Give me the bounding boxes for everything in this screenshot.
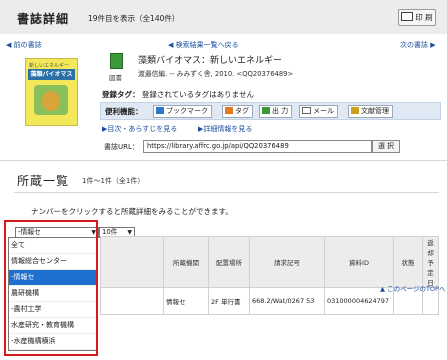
result-count: 19件目を表示（全140件） <box>88 14 180 23</box>
bookmark-button[interactable]: ブックマーク <box>153 105 212 118</box>
cover-title: 藻類バイオマス <box>28 69 75 80</box>
call-number-link[interactable]: 668.2/Wat/0267 53 <box>249 287 325 315</box>
chevron-left-icon: ◀ <box>168 41 174 49</box>
mail-button[interactable]: メール <box>299 105 338 118</box>
column-header: 所蔵機関 <box>163 236 209 288</box>
detail-link[interactable]: ▶詳細情報を見る <box>198 124 252 134</box>
page-header: 書誌詳細 19件目を表示（全140件） 印 刷 <box>0 0 447 34</box>
prev-record-link[interactable]: ◀ 前の書誌 <box>6 40 42 50</box>
chevron-right-icon: ▶ <box>430 41 436 49</box>
url-label: 書誌URL： <box>104 143 139 151</box>
toc-link[interactable]: ▶目次・あらすじを見る <box>102 124 177 134</box>
table-header-row: 所蔵機関 配置場所 請求記号 資料ID 状態 返却予定日 <box>100 236 439 288</box>
book-icon <box>110 53 123 69</box>
cover-subtitle: 新しいエネルギー <box>29 63 70 69</box>
next-record-link[interactable]: 次の書誌 ▶ <box>400 40 436 50</box>
holdings-range: 1件～1件（全1件） <box>82 177 145 185</box>
divider <box>0 160 447 161</box>
material-type-label: 図書 <box>109 74 122 82</box>
tags-label: 登録タグ： <box>102 90 140 99</box>
printer-icon <box>401 12 414 21</box>
bookmark-icon <box>156 107 164 114</box>
holdings-title: 所蔵一覧 <box>17 174 70 188</box>
tools-label: 便利機能： <box>105 107 143 116</box>
tags-row: 登録タグ： 登録されているタグはありません <box>102 89 254 100</box>
divider <box>14 192 439 193</box>
document-icon <box>351 107 359 114</box>
print-label: 印 刷 <box>415 13 433 22</box>
column-header: 配置場所 <box>208 236 250 288</box>
holding-org-link[interactable]: 情報セ <box>163 287 209 315</box>
export-icon <box>262 107 270 114</box>
tag-icon <box>225 107 233 114</box>
book-cover-image: 新しいエネルギー 藻類バイオマス <box>25 58 78 126</box>
select-url-button[interactable]: 選 択 <box>372 140 400 153</box>
column-header: 資料ID <box>324 236 394 288</box>
column-header: 請求記号 <box>249 236 325 288</box>
highlight-box <box>4 220 98 356</box>
back-to-results-link[interactable]: ◀ 検索結果一覧へ戻る <box>168 40 239 50</box>
book-meta: 渡邉信編. -- みみずく舎, 2010. <QQ20376489> <box>138 70 294 78</box>
chevron-left-icon: ◀ <box>6 41 12 49</box>
book-title: 藻類バイオマス：新しいエネルギー <box>138 56 283 66</box>
column-header: 返却予定日 <box>422 236 439 288</box>
chevron-up-icon: ▲ <box>380 285 385 293</box>
export-button[interactable]: 出 力 <box>259 105 293 118</box>
print-button[interactable]: 印 刷 <box>398 9 436 26</box>
tools-bar: 便利機能： ブックマーク タグ 出 力 メール 文献管理 <box>100 102 441 120</box>
page-top-link[interactable]: ▲ このページのTOPへ <box>380 283 445 293</box>
page-title: 書誌詳細 <box>17 12 70 26</box>
mail-icon <box>302 107 311 114</box>
holdings-table: 所蔵機関 配置場所 請求記号 資料ID 状態 返却予定日 情報セ 2F 単行書 … <box>100 236 439 315</box>
holdings-instruction: ナンバーをクリックすると所蔵詳細をみることができます。 <box>31 207 233 216</box>
tag-button[interactable]: タグ <box>222 105 253 118</box>
holding-location: 2F 単行書 <box>208 287 250 315</box>
reference-manager-button[interactable]: 文献管理 <box>348 105 393 118</box>
tags-value: 登録されているタグはありません <box>141 90 254 99</box>
record-url-field[interactable]: https://library.affrc.go.jp/api/QQ203764… <box>143 140 372 153</box>
column-header: 状態 <box>393 236 423 288</box>
